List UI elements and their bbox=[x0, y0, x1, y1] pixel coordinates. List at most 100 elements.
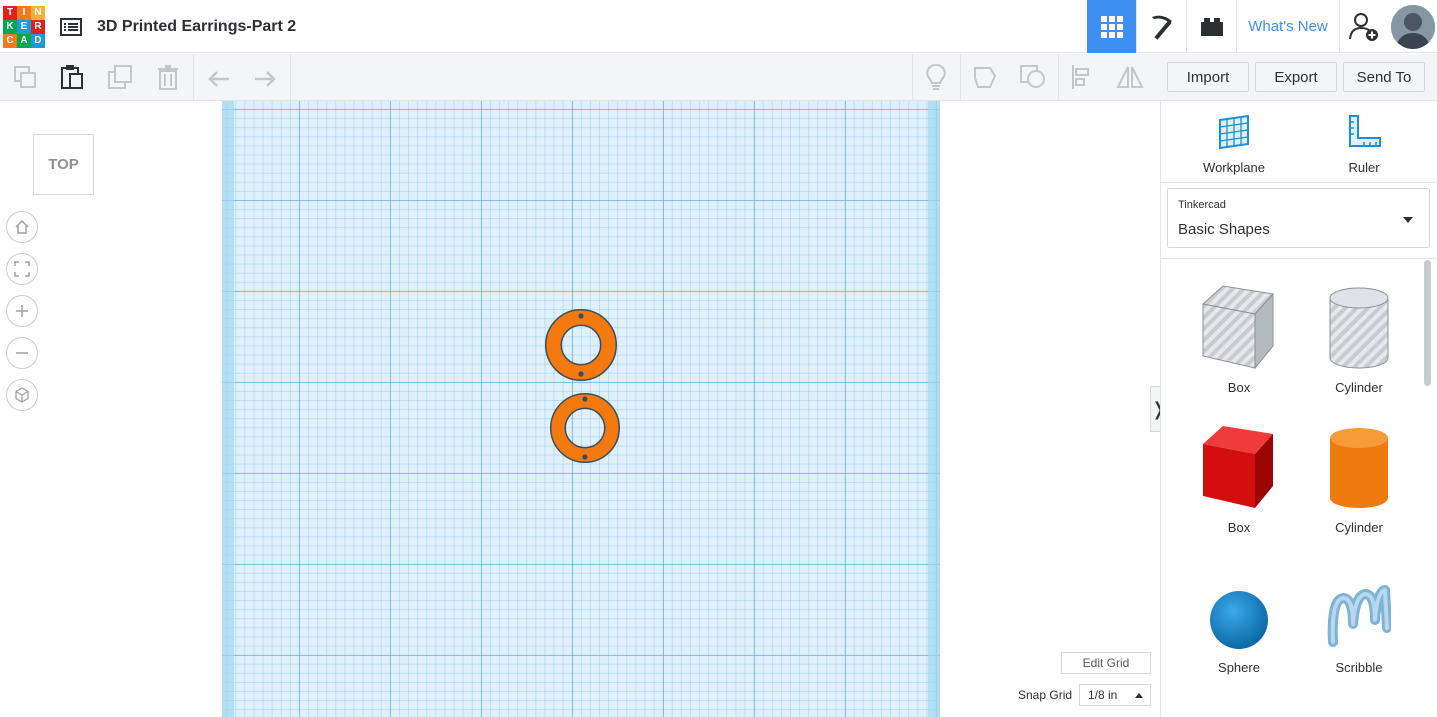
delete-icon bbox=[158, 65, 178, 90]
shape-outline-icon bbox=[974, 67, 997, 88]
shape-label: Cylinder bbox=[1335, 520, 1383, 535]
box-hole-icon bbox=[1201, 285, 1274, 370]
grid-view-icon bbox=[1100, 15, 1123, 38]
logo-letter: D bbox=[31, 34, 45, 48]
snap-grid-select[interactable]: 1/8 in bbox=[1079, 684, 1151, 706]
paste-button[interactable] bbox=[49, 54, 95, 100]
shape-label: Scribble bbox=[1335, 660, 1383, 675]
pickaxe-icon bbox=[1151, 15, 1172, 40]
paste-icon bbox=[61, 65, 83, 89]
cylinder-hole-icon bbox=[1329, 287, 1389, 369]
document-title[interactable]: 3D Printed Earrings-Part 2 bbox=[97, 18, 296, 36]
avatar bbox=[1390, 4, 1435, 49]
perspective-icon bbox=[15, 387, 29, 403]
workplane-edge bbox=[222, 101, 234, 717]
tinkercad-logo[interactable]: T I N K E R C A D bbox=[3, 6, 45, 48]
add-user-icon bbox=[1349, 12, 1378, 41]
shape-box[interactable]: Box bbox=[1184, 412, 1294, 542]
library-category: Tinkercad bbox=[1178, 199, 1226, 211]
perspective-button[interactable] bbox=[6, 379, 38, 411]
logo-letter: I bbox=[17, 6, 31, 20]
panel-divider bbox=[1160, 182, 1437, 183]
list-icon[interactable] bbox=[60, 18, 82, 36]
shape-cylinder[interactable]: Cylinder bbox=[1304, 412, 1414, 542]
workplane-edge bbox=[928, 101, 940, 717]
user-avatar-button[interactable] bbox=[1388, 0, 1437, 53]
box-icon bbox=[1203, 426, 1273, 508]
workplane-tool[interactable]: Workplane bbox=[1184, 112, 1284, 176]
add-user-button[interactable] bbox=[1340, 0, 1388, 53]
import-button[interactable]: Import bbox=[1167, 62, 1249, 92]
brick-icon bbox=[1200, 17, 1223, 36]
copy-icon bbox=[14, 66, 36, 88]
mirror-button[interactable] bbox=[1107, 54, 1153, 100]
cylinder-icon bbox=[1330, 428, 1388, 508]
logo-letter: R bbox=[31, 20, 45, 34]
home-view-button[interactable] bbox=[6, 211, 38, 243]
workplane-icon bbox=[1219, 114, 1249, 150]
export-button[interactable]: Export bbox=[1255, 62, 1337, 92]
undo-icon bbox=[208, 71, 229, 87]
mirror-icon bbox=[1116, 66, 1144, 88]
duplicate-icon bbox=[108, 65, 132, 89]
shape-scribble[interactable]: Scribble bbox=[1304, 552, 1414, 682]
snap-grid-value: 1/8 in bbox=[1088, 688, 1118, 702]
logo-letter: A bbox=[17, 34, 31, 48]
scribble-icon bbox=[1327, 585, 1391, 647]
library-name: Basic Shapes bbox=[1178, 221, 1270, 238]
shape-label: Cylinder bbox=[1335, 380, 1383, 395]
shape-library-dropdown[interactable]: Tinkercad Basic Shapes bbox=[1167, 188, 1430, 248]
ruler-label: Ruler bbox=[1348, 160, 1380, 175]
zoom-out-button[interactable] bbox=[6, 337, 38, 369]
fit-view-icon bbox=[14, 261, 30, 277]
shape-cylinder-hole[interactable]: Cylinder bbox=[1304, 272, 1414, 402]
earring-ring[interactable] bbox=[548, 391, 622, 465]
ruler-icon bbox=[1349, 115, 1381, 147]
group-button[interactable] bbox=[1010, 54, 1056, 100]
align-button[interactable] bbox=[1059, 54, 1105, 100]
home-icon bbox=[15, 219, 29, 234]
shape-label: Box bbox=[1227, 520, 1251, 535]
lightbulb-icon bbox=[926, 63, 946, 90]
align-icon bbox=[1072, 65, 1089, 89]
top-bar: T I N K E R C A D 3D Printed Earrings-Pa… bbox=[0, 0, 1437, 53]
redo-icon bbox=[255, 71, 276, 87]
codeblocks-button[interactable] bbox=[1136, 0, 1186, 53]
whats-new-button[interactable]: What's New bbox=[1236, 0, 1340, 53]
view-cube[interactable]: TOP bbox=[33, 134, 94, 195]
shapes-scrollbar[interactable] bbox=[1424, 260, 1431, 386]
logo-letter: E bbox=[17, 20, 31, 34]
undo-button[interactable] bbox=[196, 54, 242, 100]
snap-grid-label: Snap Grid bbox=[1018, 688, 1073, 702]
copy-button[interactable] bbox=[2, 54, 48, 100]
logo-letter: T bbox=[3, 6, 17, 20]
shape-label: Box bbox=[1227, 380, 1251, 395]
group-icon bbox=[1020, 65, 1045, 88]
notes-button[interactable] bbox=[913, 54, 959, 100]
edit-toolbar bbox=[0, 54, 1160, 101]
fit-view-button[interactable] bbox=[6, 253, 38, 285]
shape-sphere[interactable]: Sphere bbox=[1184, 552, 1294, 682]
hole-button[interactable] bbox=[962, 54, 1008, 100]
ruler-tool[interactable]: Ruler bbox=[1314, 112, 1414, 176]
redo-button[interactable] bbox=[242, 54, 288, 100]
send-to-button[interactable]: Send To bbox=[1343, 62, 1425, 92]
workplane-label: Workplane bbox=[1203, 160, 1265, 175]
logo-letter: K bbox=[3, 20, 17, 34]
caret-down-icon bbox=[1403, 217, 1413, 223]
logo-letter: N bbox=[31, 6, 45, 20]
sphere-icon bbox=[1210, 591, 1268, 649]
zoom-in-icon bbox=[16, 305, 28, 317]
bricks-button[interactable] bbox=[1186, 0, 1236, 53]
delete-button[interactable] bbox=[145, 54, 191, 100]
earring-ring[interactable] bbox=[543, 307, 619, 383]
logo-letter: C bbox=[3, 34, 17, 48]
caret-up-icon bbox=[1135, 693, 1143, 698]
3d-view-button[interactable] bbox=[1087, 0, 1136, 53]
zoom-in-button[interactable] bbox=[6, 295, 38, 327]
duplicate-button[interactable] bbox=[97, 54, 143, 100]
shape-box-hole[interactable]: Box bbox=[1184, 272, 1294, 402]
panel-divider bbox=[1160, 258, 1437, 259]
shape-label: Sphere bbox=[1218, 660, 1260, 675]
edit-grid-button[interactable]: Edit Grid bbox=[1061, 652, 1151, 674]
